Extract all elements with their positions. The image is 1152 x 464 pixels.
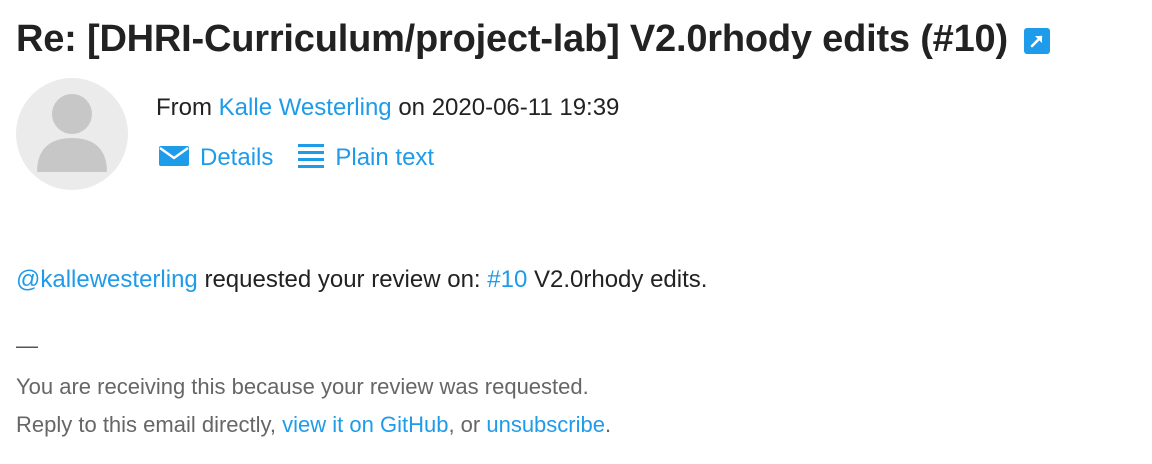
view-on-github-link[interactable]: view it on GitHub xyxy=(282,412,448,437)
plain-text-label: Plain text xyxy=(335,143,435,171)
footer-reason: You are receiving this because your revi… xyxy=(16,374,589,399)
details-button[interactable]: Details xyxy=(158,142,273,174)
message-actions: Details Plain text xyxy=(158,140,434,175)
email-date: 2020-06-11 19:39 xyxy=(431,94,620,121)
email-body: @kallewesterling requested your review o… xyxy=(16,264,707,296)
sender-name-link[interactable]: Kalle Westerling xyxy=(219,94,392,121)
list-icon xyxy=(297,142,325,177)
from-label: From xyxy=(156,94,212,121)
user-avatar-icon xyxy=(37,94,107,172)
footer-reply-line: Reply to this email directly, view it on… xyxy=(16,410,611,440)
reply-prefix: Reply to this email directly, xyxy=(16,412,283,437)
or-text: , or xyxy=(448,412,487,437)
pr-link[interactable]: #10 xyxy=(487,266,527,293)
sender-avatar xyxy=(16,78,128,190)
email-subject: Re: [DHRI-Curriculum/project-lab] V2.0rh… xyxy=(16,12,1050,66)
pr-title: V2.0rhody edits. xyxy=(527,266,708,293)
mention-link[interactable]: @kallewesterling xyxy=(16,266,198,293)
email-subject-text: Re: [DHRI-Curriculum/project-lab] V2.0rh… xyxy=(16,18,1008,60)
unsubscribe-link[interactable]: unsubscribe xyxy=(486,412,605,437)
plain-text-button[interactable]: Plain text xyxy=(297,140,434,175)
date-prefix: on xyxy=(398,94,426,121)
footer-divider: — xyxy=(16,333,38,358)
end-period: . xyxy=(604,412,612,437)
body-text: requested your review on: xyxy=(197,266,488,293)
external-link-icon[interactable] xyxy=(1023,28,1050,54)
sender-line: From Kalle Westerling on 2020-06-11 19:3… xyxy=(156,92,619,124)
details-label: Details xyxy=(200,143,274,171)
envelope-icon xyxy=(158,144,190,176)
